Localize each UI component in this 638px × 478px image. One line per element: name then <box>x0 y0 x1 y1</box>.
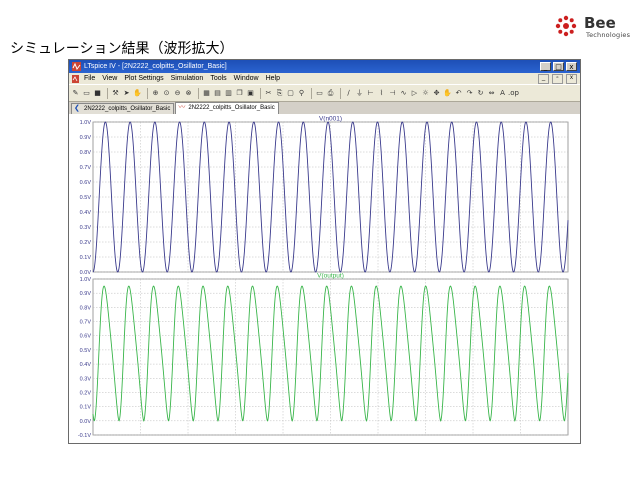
schematic-icon: ❮ <box>74 105 80 112</box>
paste-icon[interactable]: ▢ <box>286 89 295 98</box>
y-tick-label: 1.0V <box>80 120 92 126</box>
y-tick-label: 0.6V <box>80 334 92 340</box>
redo-icon[interactable]: ↷ <box>465 89 474 98</box>
new-schematic-icon[interactable]: ✎ <box>71 89 80 98</box>
component-icon[interactable]: ☼ <box>421 89 430 98</box>
document-tabs: ❮ 2N2222_colpitts_Osillator_Basic 〰 2N22… <box>69 102 580 114</box>
ltspice-window: LTspice IV - [2N2222_colpitts_Osillator_… <box>68 59 581 444</box>
window-titlebar[interactable]: LTspice IV - [2N2222_colpitts_Osillator_… <box>69 60 580 73</box>
copy-icon[interactable]: ⎘ <box>275 89 284 98</box>
y-tick-label: 0.1V <box>80 255 92 261</box>
y-tick-label: 0.5V <box>80 348 92 354</box>
y-tick-label: 0.5V <box>80 195 92 201</box>
menu-tools[interactable]: Tools <box>210 75 226 82</box>
text-icon[interactable]: A <box>498 89 507 98</box>
print-preview-icon[interactable]: ▭ <box>315 89 324 98</box>
window-title: LTspice IV - [2N2222_colpitts_Osillator_… <box>84 63 227 70</box>
y-tick-label: 0.9V <box>80 135 92 141</box>
save-icon[interactable]: ■ <box>93 89 102 98</box>
menu-window[interactable]: Window <box>234 75 259 82</box>
zoom-fit-icon[interactable]: ⊗ <box>184 89 193 98</box>
control-panel-icon[interactable]: ⚒ <box>111 89 120 98</box>
cut-icon[interactable]: ✂ <box>264 89 273 98</box>
y-tick-label: 0.6V <box>80 180 92 186</box>
y-tick-label: 1.0V <box>80 277 92 283</box>
waveform-viewer[interactable]: V(n001) 1.0V 0.9V 0.8V 0.7V 0.6V 0.5V 0.4V 0.3V 0… <box>69 114 580 443</box>
waveform-plots[interactable]: V(n001) 1.0V 0.9V 0.8V 0.7V 0.6V 0.5V 0.4V 0.3V 0… <box>69 114 580 443</box>
autorange-icon[interactable]: ▦ <box>202 89 211 98</box>
rotate-icon[interactable]: ↻ <box>476 89 485 98</box>
run-icon[interactable]: ➤ <box>122 89 131 98</box>
mirror-icon[interactable]: ⇔ <box>487 89 496 98</box>
y-tick-label: 0.1V <box>80 405 92 411</box>
maximize-button[interactable]: □ <box>553 62 564 71</box>
menu-bar: File View Plot Settings Simulation Tools… <box>69 73 580 84</box>
tile-horizontal-icon[interactable]: ▤ <box>213 89 222 98</box>
document-icon <box>72 74 79 83</box>
open-icon[interactable]: ▭ <box>82 89 91 98</box>
zoom-in-icon[interactable]: ⊕ <box>151 89 160 98</box>
diode-icon[interactable]: ▷ <box>410 89 419 98</box>
tab-schematic-label: 2N2222_colpitts_Osillator_Basic <box>84 106 171 112</box>
y-tick-label: 0.2V <box>80 240 92 246</box>
menu-file[interactable]: File <box>84 75 95 82</box>
wire-icon[interactable]: ∕ <box>344 89 353 98</box>
menu-simulation[interactable]: Simulation <box>171 75 204 82</box>
move-icon[interactable]: ✥ <box>432 89 441 98</box>
y-tick-label: 0.0V <box>80 270 92 276</box>
label-icon[interactable]: ⊢ <box>366 89 375 98</box>
mdi-restore-button[interactable]: ▫ <box>552 73 563 84</box>
mdi-close-button[interactable]: x <box>566 73 577 84</box>
close-window-icon[interactable]: ▣ <box>246 89 255 98</box>
y-tick-label: 0.3V <box>80 376 92 382</box>
print-icon[interactable]: ⎙ <box>326 89 335 98</box>
y-tick-label: 0.7V <box>80 320 92 326</box>
ground-icon[interactable]: ⏚ <box>355 89 364 98</box>
capacitor-icon[interactable]: ⊣ <box>388 89 397 98</box>
waveform-icon: 〰 <box>178 104 186 111</box>
zoom-pan-icon[interactable]: ⊙ <box>162 89 171 98</box>
tab-schematic[interactable]: ❮ 2N2222_colpitts_Osillator_Basic <box>71 103 175 114</box>
y-tick-label: 0.0V <box>80 419 92 425</box>
slide-title: シミュレーション結果（波形拡大） <box>10 41 234 57</box>
y-tick-label: 0.8V <box>80 305 92 311</box>
toolbar: ✎ ▭ ■ ⚒ ➤ ✋ ⊕ ⊙ ⊖ ⊗ ▦ ▤ ▥ ❐ ▣ ✂ ⎘ ▢ ⚲ ▭ … <box>69 84 580 102</box>
minimize-button[interactable]: _ <box>540 62 551 71</box>
y-tick-label: 0.3V <box>80 225 92 231</box>
menu-view[interactable]: View <box>102 75 117 82</box>
inductor-icon[interactable]: ∿ <box>399 89 408 98</box>
zoom-out-icon[interactable]: ⊖ <box>173 89 182 98</box>
find-icon[interactable]: ⚲ <box>297 89 306 98</box>
mdi-minimize-button[interactable]: _ <box>538 73 549 84</box>
tab-waveform[interactable]: 〰 2N2222_colpitts_Osillator_Basic <box>175 102 279 114</box>
y-tick-label: -0.1V <box>78 433 91 439</box>
tab-waveform-label: 2N2222_colpitts_Osillator_Basic <box>188 105 275 111</box>
close-button[interactable]: x <box>566 62 577 71</box>
tile-vertical-icon[interactable]: ▥ <box>224 89 233 98</box>
y-tick-label: 0.2V <box>80 390 92 396</box>
logo-text: Bee <box>584 14 616 32</box>
undo-icon[interactable]: ↶ <box>454 89 463 98</box>
ltspice-app-icon <box>72 62 81 71</box>
y-tick-label: 0.7V <box>80 165 92 171</box>
halt-icon[interactable]: ✋ <box>133 89 142 98</box>
menu-plot-settings[interactable]: Plot Settings <box>124 75 163 82</box>
cascade-icon[interactable]: ❐ <box>235 89 244 98</box>
menu-help[interactable]: Help <box>266 75 280 82</box>
y-tick-label: 0.8V <box>80 150 92 156</box>
y-tick-label: 0.9V <box>80 291 92 297</box>
logo-subtitle: Technologies <box>586 31 631 39</box>
plot-title: V(output) <box>317 273 344 280</box>
spice-directive-icon[interactable]: .op <box>508 89 519 98</box>
y-tick-label: 0.4V <box>80 210 92 216</box>
drag-icon[interactable]: ✋ <box>443 89 452 98</box>
resistor-icon[interactable]: ⌇ <box>377 89 386 98</box>
plot-title: V(n001) <box>319 116 342 123</box>
y-tick-label: 0.4V <box>80 362 92 368</box>
